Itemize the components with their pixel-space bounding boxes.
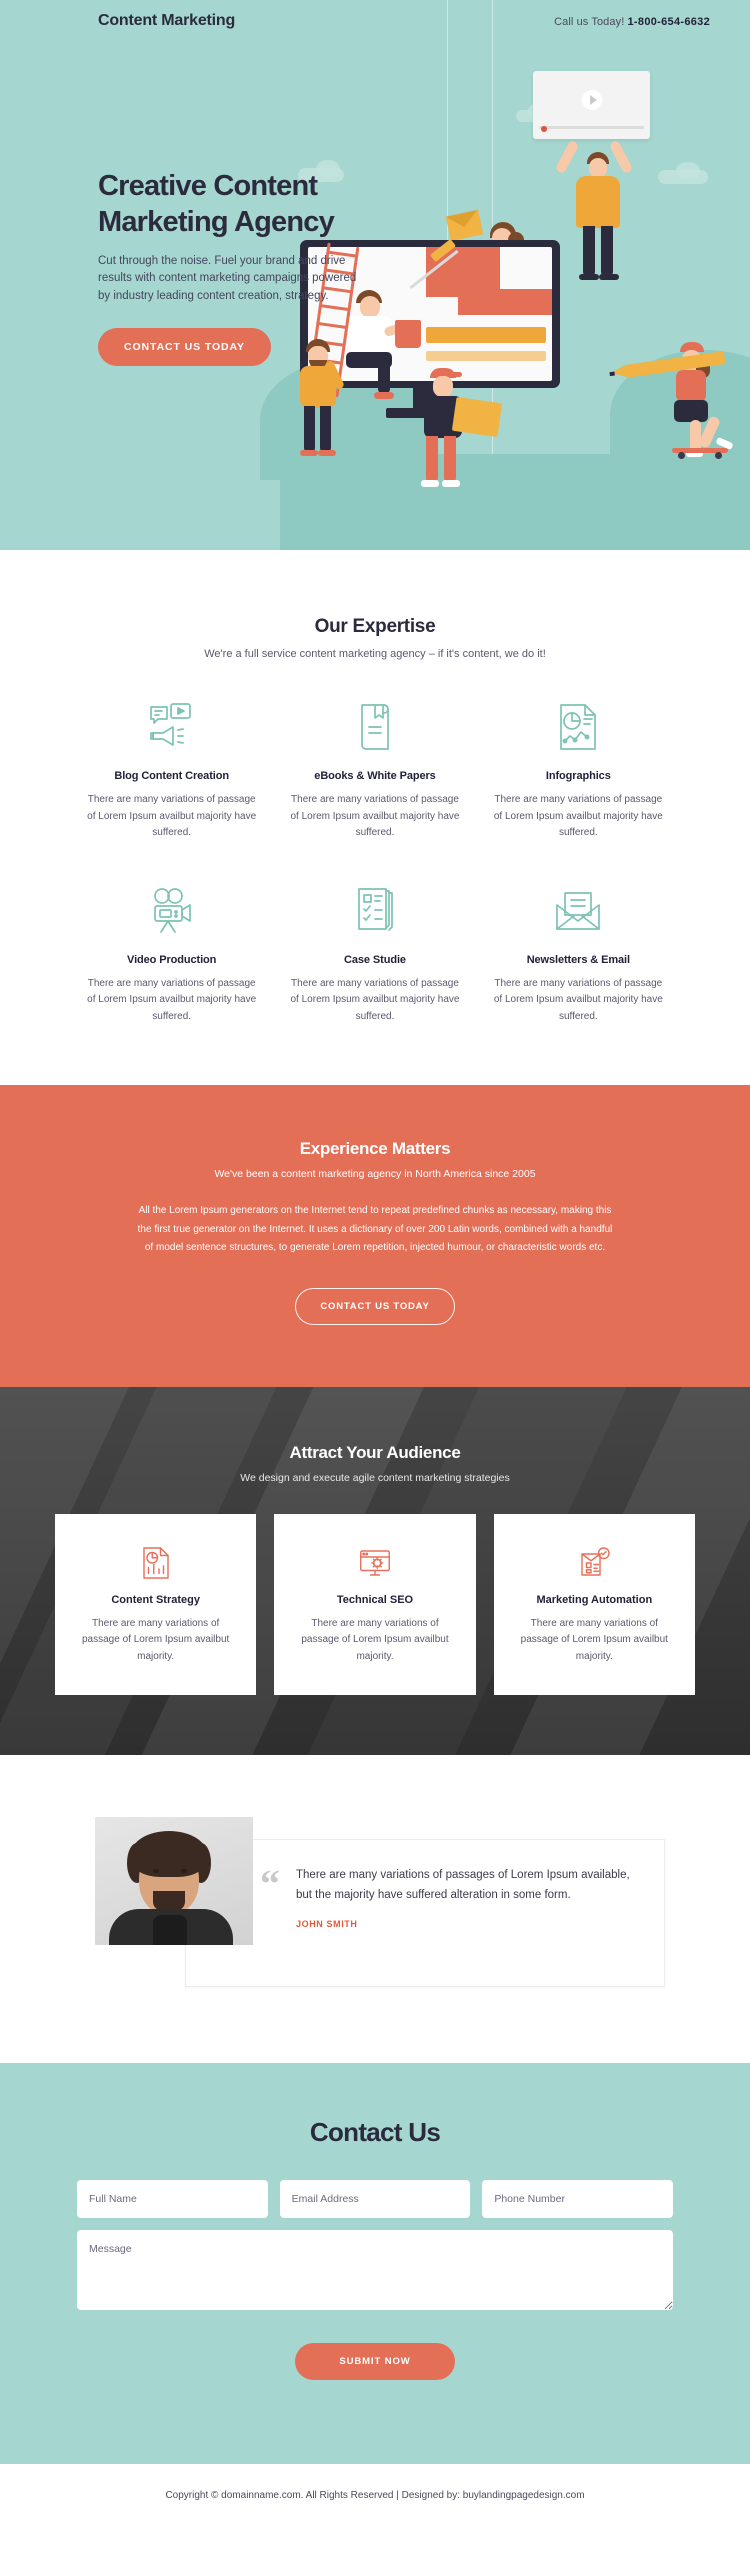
record-dot-icon <box>541 126 547 132</box>
attract-card[interactable]: Content Strategy There are many variatio… <box>55 1513 257 1695</box>
play-icon <box>581 89 602 110</box>
expertise-item[interactable]: Blog Content Creation There are many var… <box>70 696 273 842</box>
folder-icon <box>451 396 503 438</box>
expertise-item-title: eBooks & White Papers <box>314 770 436 782</box>
experience-body: All the Lorem Ipsum generators on the In… <box>137 1205 613 1253</box>
expertise-subtitle: We're a full service content marketing a… <box>204 648 546 660</box>
technical-seo-icon <box>294 1540 455 1586</box>
marketing-automation-icon <box>514 1540 675 1586</box>
attract-card-text: There are many variations of passage of … <box>301 1617 449 1662</box>
copyright-text: Copyright © domainname.com. All Rights R… <box>165 2490 585 2501</box>
contact-form: SUBMIT NOW <box>77 2180 674 2380</box>
expertise-item[interactable]: Case Studie There are many variations of… <box>273 880 476 1026</box>
hero-heading-line1: Creative Content <box>98 170 318 202</box>
cloud-icon <box>676 162 700 180</box>
submit-button[interactable]: SUBMIT NOW <box>295 2343 455 2380</box>
video-camera-icon <box>86 880 257 942</box>
ground-shape <box>280 454 750 550</box>
call-us-label: Call us Today! <box>554 16 625 28</box>
hero-subtext: Cut through the noise. Fuel your brand a… <box>98 254 357 303</box>
avatar <box>95 1817 253 1945</box>
attract-card-text: There are many variations of passage of … <box>82 1617 230 1662</box>
progress-bar <box>539 126 644 129</box>
testimonial-section: “ There are many variations of passages … <box>0 1755 750 2063</box>
testimonial-text: There are many variations of passages of… <box>296 1869 630 1901</box>
brand-logo[interactable]: Content Marketing <box>98 12 235 30</box>
hero-contact-button[interactable]: CONTACT US TODAY <box>98 327 271 366</box>
expertise-item[interactable]: Video Production There are many variatio… <box>70 880 273 1026</box>
landing-page: Content Marketing Call us Today! 1-800-6… <box>0 0 750 2525</box>
attract-card-title: Technical SEO <box>336 1593 414 1606</box>
expertise-item-title: Case Studie <box>344 953 406 966</box>
testimonial-card: “ There are many variations of passages … <box>185 1839 665 1987</box>
phone-field[interactable] <box>482 2180 674 2218</box>
experience-section: Experience Matters We've been a content … <box>0 1085 750 1387</box>
expertise-item-title: Newsletters & Email <box>526 953 630 966</box>
expertise-row-1: Blog Content Creation There are many var… <box>70 696 680 842</box>
expertise-item-text: There are many variations of passage of … <box>493 794 663 838</box>
full-name-input[interactable] <box>77 2180 268 2218</box>
attract-card[interactable]: Marketing Automation There are many vari… <box>493 1513 695 1695</box>
expertise-item-text: There are many variations of passage of … <box>290 794 460 838</box>
attract-title: Attract Your Audience <box>289 1442 461 1462</box>
blog-content-icon <box>86 696 257 758</box>
expertise-item[interactable]: Newsletters & Email There are many varia… <box>477 880 680 1026</box>
expertise-item[interactable]: eBooks & White Papers There are many var… <box>273 696 476 842</box>
expertise-title: Our Expertise <box>314 616 436 637</box>
expertise-item-text: There are many variations of passage of … <box>493 977 663 1022</box>
attract-card-text: There are many variations of passage of … <box>520 1617 668 1662</box>
contact-title: Contact Us <box>309 2117 441 2147</box>
attract-section: Attract Your Audience We design and exec… <box>0 1386 750 1755</box>
attract-subtitle: We design and execute agile content mark… <box>240 1471 510 1484</box>
hero-copy: Creative Content Marketing Agency Cut th… <box>98 168 388 366</box>
expertise-item-text: There are many variations of passage of … <box>87 977 257 1022</box>
person-video-holder <box>554 139 634 280</box>
expertise-item[interactable]: Infographics There are many variations o… <box>477 696 680 842</box>
attract-card-title: Marketing Automation <box>536 1593 653 1606</box>
paint-bucket-icon <box>395 320 421 348</box>
header-bar: Content Marketing Call us Today! 1-800-6… <box>0 0 750 48</box>
expertise-item-title: Video Production <box>127 953 217 966</box>
testimonial-author: JOHN SMITH <box>296 1919 358 1930</box>
envelope-icon <box>445 209 484 242</box>
footer: Copyright © domainname.com. All Rights R… <box>0 2464 750 2525</box>
hero-section: Content Marketing Call us Today! 1-800-6… <box>0 0 750 550</box>
case-study-icon <box>289 880 460 942</box>
contact-section: Contact Us SUBMIT NOW <box>0 2063 750 2464</box>
person-folder-carrier <box>420 368 503 487</box>
email-field[interactable] <box>279 2180 471 2218</box>
call-us-block: Call us Today! 1-800-654-6632 <box>554 16 710 28</box>
video-player-card <box>533 71 650 139</box>
attract-card[interactable]: Technical SEO There are many variations … <box>274 1513 476 1695</box>
attract-cards: Content Strategy There are many variatio… <box>55 1513 695 1695</box>
experience-title: Experience Matters <box>299 1139 451 1158</box>
expertise-section: Our Expertise We're a full service conte… <box>0 550 750 1085</box>
attract-card-title: Content Strategy <box>111 1593 200 1606</box>
expertise-item-text: There are many variations of passage of … <box>290 977 460 1022</box>
ebook-icon <box>289 696 460 758</box>
expertise-item-title: Infographics <box>545 770 611 782</box>
experience-contact-button[interactable]: CONTACT US TODAY <box>295 1287 455 1325</box>
page-title: Creative Content Marketing Agency <box>98 168 388 241</box>
skateboard-icon <box>672 448 728 459</box>
hero-heading-line2: Marketing Agency <box>98 206 335 239</box>
experience-subtitle: We've been a content marketing agency in… <box>214 1168 536 1180</box>
newsletter-envelope-icon <box>493 880 664 942</box>
infographics-icon <box>493 696 664 758</box>
content-strategy-icon <box>75 1540 236 1586</box>
message-textarea[interactable] <box>77 2230 673 2310</box>
expertise-item-text: There are many variations of passage of … <box>87 794 257 838</box>
phone-number[interactable]: 1-800-654-6632 <box>628 16 710 28</box>
quote-icon: “ <box>260 1861 280 1906</box>
expertise-item-title: Blog Content Creation <box>114 770 229 782</box>
expertise-row-2: Video Production There are many variatio… <box>70 880 680 1026</box>
